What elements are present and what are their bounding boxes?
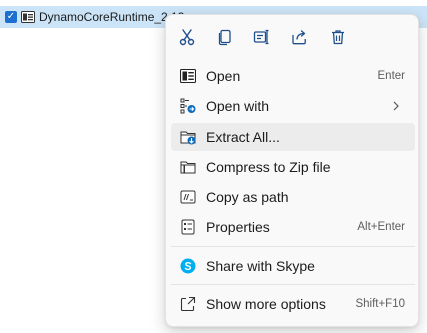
menu-item-share-skype-label: Share with Skype [206, 258, 315, 274]
menu-separator [171, 246, 415, 247]
menu-item-open-with[interactable]: Open with [171, 92, 415, 120]
menu-item-open[interactable]: Open Enter [171, 62, 415, 90]
menu-item-open-shortcut: Enter [377, 70, 406, 82]
share-icon [292, 30, 306, 45]
menu-separator [171, 284, 415, 285]
menu-item-open-with-label: Open with [206, 98, 270, 114]
menu-item-copy-as-path[interactable]: Copy as path [171, 183, 415, 211]
properties-icon [180, 219, 196, 235]
menu-item-share-skype[interactable]: Share with Skype [171, 252, 415, 280]
copy-icon [218, 29, 231, 46]
menu-item-open-label: Open [206, 68, 241, 84]
context-menu: Open Enter Open with Extract All... Comp… [165, 14, 419, 327]
open-with-icon [180, 98, 196, 114]
extract-folder-icon [180, 129, 196, 145]
share-button[interactable] [287, 25, 311, 49]
delete-button[interactable] [326, 25, 350, 49]
copy-button[interactable] [213, 25, 237, 49]
menu-item-show-more-options-label: Show more options [206, 296, 326, 312]
menu-item-properties[interactable]: Properties Alt+Enter [171, 213, 415, 241]
rename-button[interactable] [250, 25, 274, 49]
menu-item-compress-zip[interactable]: Compress to Zip file [171, 153, 415, 181]
menu-item-extract-all-label: Extract All... [206, 129, 280, 145]
menu-item-copy-as-path-label: Copy as path [206, 189, 289, 205]
menu-item-properties-shortcut: Alt+Enter [357, 221, 405, 233]
cut-icon [179, 29, 195, 46]
menu-item-show-more-options-shortcut: Shift+F10 [355, 298, 405, 310]
skype-icon [180, 258, 196, 274]
chevron-right-icon [393, 101, 399, 111]
copy-path-icon [180, 189, 196, 205]
file-name: DynamoCoreRuntime_2.13 [39, 10, 185, 24]
menu-item-compress-zip-label: Compress to Zip file [206, 159, 331, 175]
menu-item-properties-label: Properties [206, 219, 270, 235]
delete-icon [332, 30, 344, 45]
menu-item-show-more-options[interactable]: Show more options Shift+F10 [171, 290, 415, 318]
zip-archive-icon [180, 68, 196, 84]
cut-button[interactable] [175, 25, 199, 49]
show-more-options-icon [180, 296, 196, 312]
menu-item-extract-all[interactable]: Extract All... [171, 123, 415, 151]
checkbox-checked-icon[interactable]: ✓ [5, 11, 17, 23]
rename-icon [253, 29, 269, 45]
zip-file-icon [21, 10, 35, 24]
compress-zip-icon [180, 159, 196, 175]
context-menu-toolbar [166, 15, 418, 55]
